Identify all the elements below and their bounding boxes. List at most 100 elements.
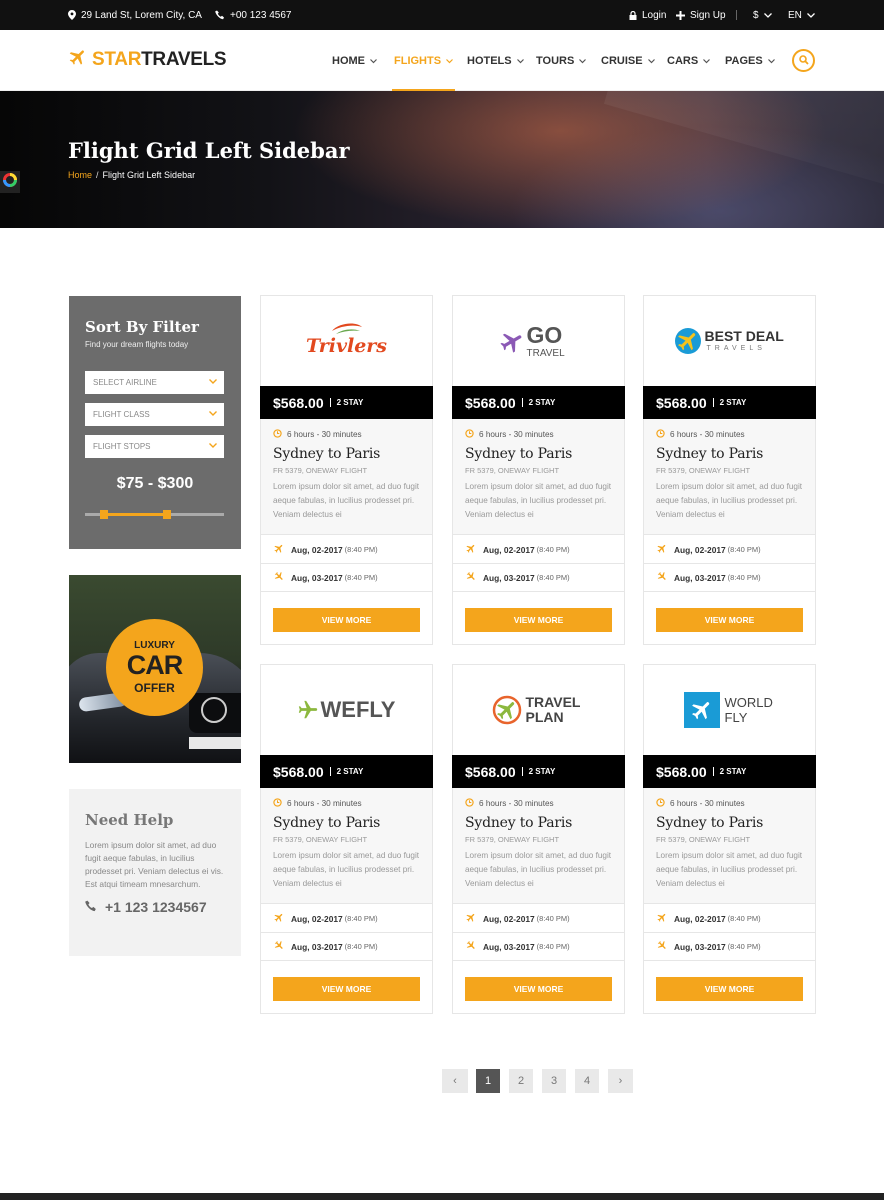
nav-item-cruise[interactable]: CRUISE bbox=[601, 30, 655, 91]
site-logo[interactable]: STAR TRAVELS bbox=[68, 47, 227, 73]
flight-info: 6 hours - 30 minutes Sydney to Paris FR … bbox=[644, 788, 815, 904]
departure-date: Aug, 02-2017 bbox=[483, 913, 535, 924]
top-bar: 29 Land St, Lorem City, CA +00 123 4567 … bbox=[0, 0, 884, 30]
phone-icon bbox=[85, 899, 97, 915]
airline-logo: WEFLY bbox=[261, 665, 432, 755]
nav-item-hotels[interactable]: HOTELS bbox=[467, 30, 524, 91]
airline-logo: BEST DEAL TRAVELS bbox=[644, 296, 815, 386]
chevron-down-icon bbox=[516, 55, 524, 67]
select-airline[interactable]: SELECT AIRLINE bbox=[85, 371, 224, 394]
color-switcher-button[interactable] bbox=[0, 171, 20, 193]
price-bar: $568.00 2 STAY bbox=[643, 755, 816, 788]
pagination-page-2[interactable]: 2 bbox=[509, 1069, 533, 1093]
duration: 6 hours - 30 minutes bbox=[273, 429, 362, 440]
view-more-button[interactable]: VIEW MORE bbox=[273, 977, 420, 1001]
best-deal-logo: BEST DEAL TRAVELS bbox=[674, 324, 786, 358]
arrival-date: Aug, 03-2017 bbox=[483, 572, 535, 583]
wefly-logo: WEFLY bbox=[297, 695, 397, 725]
select-flight-stops[interactable]: FLIGHT STOPS bbox=[85, 435, 224, 458]
nav-item-pages[interactable]: PAGES bbox=[725, 30, 775, 91]
brand-subtitle: PLAN bbox=[525, 709, 564, 725]
clock-icon bbox=[273, 429, 282, 440]
departure-date: Aug, 02-2017 bbox=[291, 913, 343, 924]
pagination-next[interactable]: › bbox=[608, 1069, 633, 1093]
travel-plan-logo: TRAVEL PLAN bbox=[492, 694, 586, 726]
arrival-time: (8:40 PM) bbox=[536, 573, 570, 582]
price-bar: $568.00 2 STAY bbox=[452, 755, 625, 788]
offer-line2: CAR bbox=[126, 650, 184, 680]
language-value: EN bbox=[788, 9, 802, 21]
nav-item-flights[interactable]: FLIGHTS bbox=[391, 30, 456, 91]
filter-title: Sort By Filter bbox=[85, 318, 199, 336]
route-title[interactable]: Sydney to Paris bbox=[273, 446, 380, 462]
breadcrumb-home-link[interactable]: Home bbox=[68, 170, 92, 180]
arrival-date: Aug, 03-2017 bbox=[483, 941, 535, 952]
select-flight-class[interactable]: FLIGHT CLASS bbox=[85, 403, 224, 426]
arrival-time: (8:40 PM) bbox=[727, 573, 761, 582]
flight-code: FR 5379, ONEWAY FLIGHT bbox=[273, 466, 368, 475]
arrival-row: Aug, 03-2017 (8:40 PM) bbox=[644, 933, 815, 961]
arrival-row: Aug, 03-2017 (8:40 PM) bbox=[453, 564, 624, 592]
signup-link[interactable]: Sign Up bbox=[676, 0, 726, 30]
view-more-button[interactable]: VIEW MORE bbox=[465, 977, 612, 1001]
chevron-down-icon bbox=[703, 55, 711, 67]
pagination-page-3[interactable]: 3 bbox=[542, 1069, 566, 1093]
chevron-down-icon bbox=[209, 442, 217, 451]
login-link[interactable]: Login bbox=[629, 0, 666, 30]
pagination-page-4[interactable]: 4 bbox=[575, 1069, 599, 1093]
price-range-slider[interactable] bbox=[85, 510, 224, 519]
arrival-time: (8:40 PM) bbox=[344, 573, 378, 582]
view-more-button[interactable]: VIEW MORE bbox=[656, 977, 803, 1001]
route-title[interactable]: Sydney to Paris bbox=[656, 815, 763, 831]
flight-description: Lorem ipsum dolor sit amet, ad duo fugit… bbox=[656, 482, 803, 519]
nav-item-home[interactable]: HOME bbox=[332, 30, 377, 91]
search-button[interactable] bbox=[792, 49, 815, 72]
route-title[interactable]: Sydney to Paris bbox=[656, 446, 763, 462]
route-title[interactable]: Sydney to Paris bbox=[273, 815, 380, 831]
site-header: STAR TRAVELS HOME FLIGHTS HOTELS TOURS CR… bbox=[0, 30, 884, 91]
departure-date: Aug, 02-2017 bbox=[674, 544, 726, 555]
logo-star-text: STAR bbox=[92, 49, 142, 70]
route-title[interactable]: Sydney to Paris bbox=[465, 446, 572, 462]
departure-date: Aug, 02-2017 bbox=[674, 913, 726, 924]
arrival-time: (8:40 PM) bbox=[536, 942, 570, 951]
chevron-down-icon bbox=[209, 410, 217, 419]
go-travel-logo: GO TRAVEL bbox=[499, 321, 579, 361]
takeoff-icon bbox=[656, 543, 668, 556]
view-more-button[interactable]: VIEW MORE bbox=[656, 608, 803, 632]
car-badge-icon bbox=[201, 697, 227, 723]
arrival-date: Aug, 03-2017 bbox=[291, 941, 343, 952]
nav-label: CARS bbox=[667, 54, 699, 67]
view-more-button[interactable]: VIEW MORE bbox=[273, 608, 420, 632]
price: $568.00 bbox=[465, 763, 516, 780]
brand-subtitle: FLY bbox=[724, 710, 748, 725]
language-select[interactable]: EN bbox=[788, 0, 815, 30]
range-handle-max[interactable] bbox=[163, 510, 171, 519]
luxury-car-offer-banner[interactable]: LUXURY CAR OFFER bbox=[69, 575, 241, 763]
range-handle-min[interactable] bbox=[100, 510, 109, 519]
help-phone[interactable]: +1 123 1234567 bbox=[85, 899, 207, 915]
route-title[interactable]: Sydney to Paris bbox=[465, 815, 572, 831]
pagination-page-1[interactable]: 1 bbox=[476, 1069, 500, 1093]
view-more-button[interactable]: VIEW MORE bbox=[465, 608, 612, 632]
nav-item-tours[interactable]: TOURS bbox=[536, 30, 587, 91]
page-hero: Flight Grid Left Sidebar Home / Flight Gri… bbox=[0, 91, 884, 228]
hero-background-image bbox=[603, 91, 884, 195]
breadcrumb-current: Flight Grid Left Sidebar bbox=[102, 170, 196, 180]
departure-time: (8:40 PM) bbox=[536, 914, 570, 923]
pagination-prev[interactable]: ‹ bbox=[442, 1069, 468, 1093]
departure-time: (8:40 PM) bbox=[727, 545, 761, 554]
departure-time: (8:40 PM) bbox=[536, 545, 570, 554]
landing-icon bbox=[465, 940, 477, 953]
duration-text: 6 hours - 30 minutes bbox=[479, 430, 554, 439]
chevron-down-icon bbox=[446, 55, 453, 67]
nav-label: HOME bbox=[332, 54, 365, 67]
arrival-date: Aug, 03-2017 bbox=[674, 941, 726, 952]
nav-item-cars[interactable]: CARS bbox=[667, 30, 711, 91]
currency-select[interactable]: $ bbox=[753, 0, 772, 30]
phone[interactable]: +00 123 4567 bbox=[215, 0, 291, 30]
login-label: Login bbox=[642, 9, 667, 21]
arrival-time: (8:40 PM) bbox=[344, 942, 378, 951]
price-bar: $568.00 2 STAY bbox=[260, 386, 433, 419]
map-pin-icon bbox=[68, 10, 76, 20]
